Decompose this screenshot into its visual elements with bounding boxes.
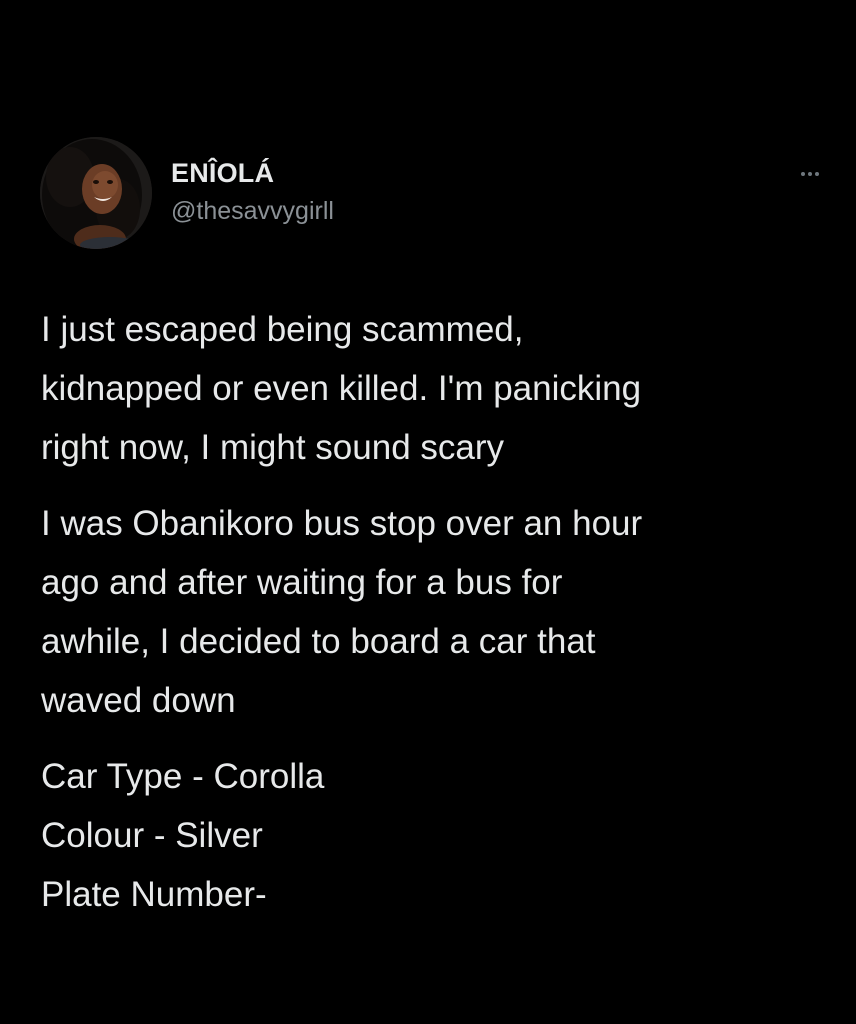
more-horizontal-icon [801,172,805,176]
tweet-paragraph: I was Obanikoro bus stop over an hour ag… [41,504,643,720]
tweet-text: I just escaped being scammed, kidnapped … [41,300,831,941]
tweet-header: ENÎOLÁ @thesavvygirll [40,137,830,249]
tweet-paragraph: I just escaped being scammed, kidnapped … [41,310,642,467]
avatar[interactable] [40,137,152,249]
tweet-card: ENÎOLÁ @thesavvygirll I just escaped bei… [0,0,856,1024]
profile-photo-icon [40,137,152,249]
author-display-name[interactable]: ENÎOLÁ [171,155,334,191]
author-names: ENÎOLÁ @thesavvygirll [171,155,334,229]
tweet-paragraph: Car Type - Corolla Colour - Silver Plate… [41,757,325,914]
more-horizontal-icon-dot [808,172,812,176]
more-horizontal-icon-dot [815,172,819,176]
author-handle[interactable]: @thesavvygirll [171,193,334,229]
more-options-button[interactable] [792,163,828,185]
